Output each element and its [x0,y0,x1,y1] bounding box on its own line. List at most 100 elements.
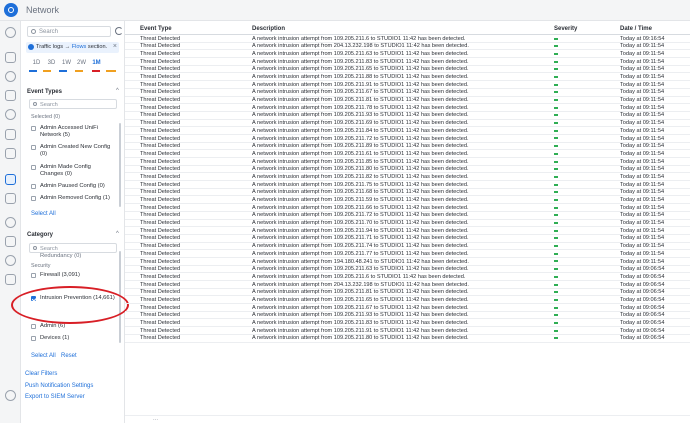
alerts-icon[interactable] [5,236,16,247]
category-reset[interactable]: Reset [61,353,77,359]
checkbox[interactable] [31,324,36,329]
category-option[interactable]: Devices (1) [31,335,115,342]
close-icon[interactable]: × [113,43,117,50]
header-severity[interactable]: Severity [554,26,577,32]
category-search-placeholder: Search [40,245,58,252]
table-row[interactable]: Threat Detected A network intrusion attem… [125,35,690,43]
table-row[interactable]: Threat Detected A network intrusion attem… [125,143,690,151]
event-type-option[interactable]: Admin Created New Config (0) [31,144,115,158]
table-row[interactable]: Threat Detected A network intrusion attem… [125,227,690,235]
table-row[interactable]: Threat Detected A network intrusion attem… [125,312,690,320]
range-2w[interactable]: 2W [74,60,89,66]
event-type-option[interactable]: Admin Paused Config (0) [31,183,115,190]
table-row[interactable]: Threat Detected A network intrusion attem… [125,335,690,343]
table-row[interactable]: Threat Detected A network intrusion attem… [125,73,690,82]
checkbox[interactable] [31,336,36,341]
table-row[interactable]: Threat Detected A network intrusion attem… [125,166,690,174]
checkbox[interactable] [31,126,36,131]
table-row[interactable]: Threat Detected A network intrusion attem… [125,212,690,220]
date-cell: Today at 09:06:54 [620,312,665,319]
table-row[interactable]: Threat Detected A network intrusion attem… [125,235,690,243]
header-event-type[interactable]: Event Type [140,26,172,32]
category-option[interactable]: Admin (6) [31,323,115,330]
event-types-search-input[interactable]: Search [29,99,117,109]
table-row[interactable]: Threat Detected A network intrusion attem… [125,158,690,166]
table-row[interactable]: Threat Detected A network intrusion attem… [125,97,690,105]
checkbox[interactable] [31,184,36,189]
category-select-all[interactable]: Select All [31,353,56,359]
range-1w[interactable]: 1W [59,60,74,66]
radios-icon[interactable] [5,193,16,204]
table-row[interactable]: Threat Detected A network intrusion attem… [125,281,690,289]
category-option-partial[interactable]: Redundancy (0) [31,253,115,260]
table-row[interactable]: Threat Detected A network intrusion attem… [125,327,690,335]
table-row[interactable]: Threat Detected A network intrusion attem… [125,135,690,143]
table-row[interactable]: Threat Detected A network intrusion attem… [125,196,690,205]
dashboard-icon[interactable] [5,71,16,82]
unifi-logo-icon[interactable] [4,3,18,17]
clients-icon[interactable] [5,109,16,120]
table-row[interactable]: Threat Detected A network intrusion attem… [125,127,690,135]
push-notification-settings-link[interactable]: Push Notification Settings [25,383,93,389]
checkbox[interactable] [31,273,36,278]
table-row[interactable]: Threat Detected A network intrusion attem… [125,50,690,59]
event-types-select-all[interactable]: Select All [31,211,56,217]
category-search-input[interactable]: Search [29,243,117,253]
ports-icon[interactable] [5,148,16,159]
table-row[interactable]: Threat Detected A network intrusion attem… [125,250,690,258]
table-row[interactable]: Threat Detected A network intrusion attem… [125,296,690,305]
topology-icon[interactable] [5,52,16,63]
flows-link[interactable]: Flows [72,44,87,50]
checkbox[interactable] [31,196,36,201]
table-row[interactable]: Threat Detected A network intrusion attem… [125,243,690,251]
table-row[interactable]: Threat Detected A network intrusion attem… [125,112,690,120]
event-type-option[interactable]: Admin Made Config Changes (0) [31,164,115,178]
events-icon[interactable] [5,174,16,185]
checkbox[interactable] [31,145,36,150]
events-table: Event Type Description Severity Date / T… [125,21,690,423]
refresh-icon[interactable] [115,27,123,35]
table-row[interactable]: Threat Detected A network intrusion attem… [125,66,690,74]
table-row[interactable]: Threat Detected A network intrusion attem… [125,204,690,212]
table-row[interactable]: Threat Detected A network intrusion attem… [125,173,690,182]
table-row[interactable]: Threat Detected A network intrusion attem… [125,220,690,228]
shield-icon[interactable] [5,217,16,228]
table-row[interactable]: Threat Detected A network intrusion attem… [125,58,690,66]
table-row[interactable]: Threat Detected A network intrusion attem… [125,319,690,328]
help-icon[interactable] [5,390,16,401]
devices-icon[interactable] [5,90,16,101]
clock-icon[interactable] [5,27,16,38]
table-row[interactable]: Threat Detected A network intrusion attem… [125,258,690,266]
statistics-icon[interactable] [5,129,16,140]
header-description[interactable]: Description [252,26,285,32]
chevron-up-icon[interactable]: ^ [116,88,119,94]
event-type-option[interactable]: Admin Removed Config (1) [31,195,115,202]
event-type-option[interactable]: Admin Accessed UniFi Network (5) [31,125,115,139]
category-option[interactable]: Firewall (3,091) [31,272,115,279]
table-row[interactable]: Threat Detected A network intrusion attem… [125,104,690,112]
table-row[interactable]: Threat Detected A network intrusion attem… [125,289,690,297]
export-siem-link[interactable]: Export to SIEM Server [25,394,85,400]
range-1m[interactable]: 1M [89,60,104,66]
search-input[interactable]: Search [27,26,111,37]
clear-filters-link[interactable]: Clear Filters [25,371,57,377]
table-row[interactable]: Threat Detected A network intrusion attem… [125,189,690,197]
header-date-time[interactable]: Date / Time [620,26,652,32]
table-row[interactable]: Threat Detected A network intrusion attem… [125,273,690,281]
range-1d[interactable]: 1D [29,60,44,66]
table-row[interactable]: Threat Detected A network intrusion attem… [125,181,690,189]
checkbox[interactable] [31,165,36,170]
flows-notice: Traffic logs → Flows section. × [26,42,119,53]
event-types-scrollbar[interactable] [119,123,121,207]
table-row[interactable]: Threat Detected A network intrusion attem… [125,304,690,312]
table-row[interactable]: Threat Detected A network intrusion attem… [125,43,690,51]
user-icon[interactable] [5,274,16,285]
table-row[interactable]: Threat Detected A network intrusion attem… [125,81,690,89]
table-row[interactable]: Threat Detected A network intrusion attem… [125,120,690,128]
range-3d[interactable]: 3D [44,60,59,66]
settings-icon[interactable] [5,255,16,266]
table-row[interactable]: Threat Detected A network intrusion attem… [125,150,690,158]
table-row[interactable]: Threat Detected A network intrusion attem… [125,266,690,274]
table-row[interactable]: Threat Detected A network intrusion attem… [125,89,690,97]
chevron-up-icon[interactable]: ^ [116,231,119,237]
